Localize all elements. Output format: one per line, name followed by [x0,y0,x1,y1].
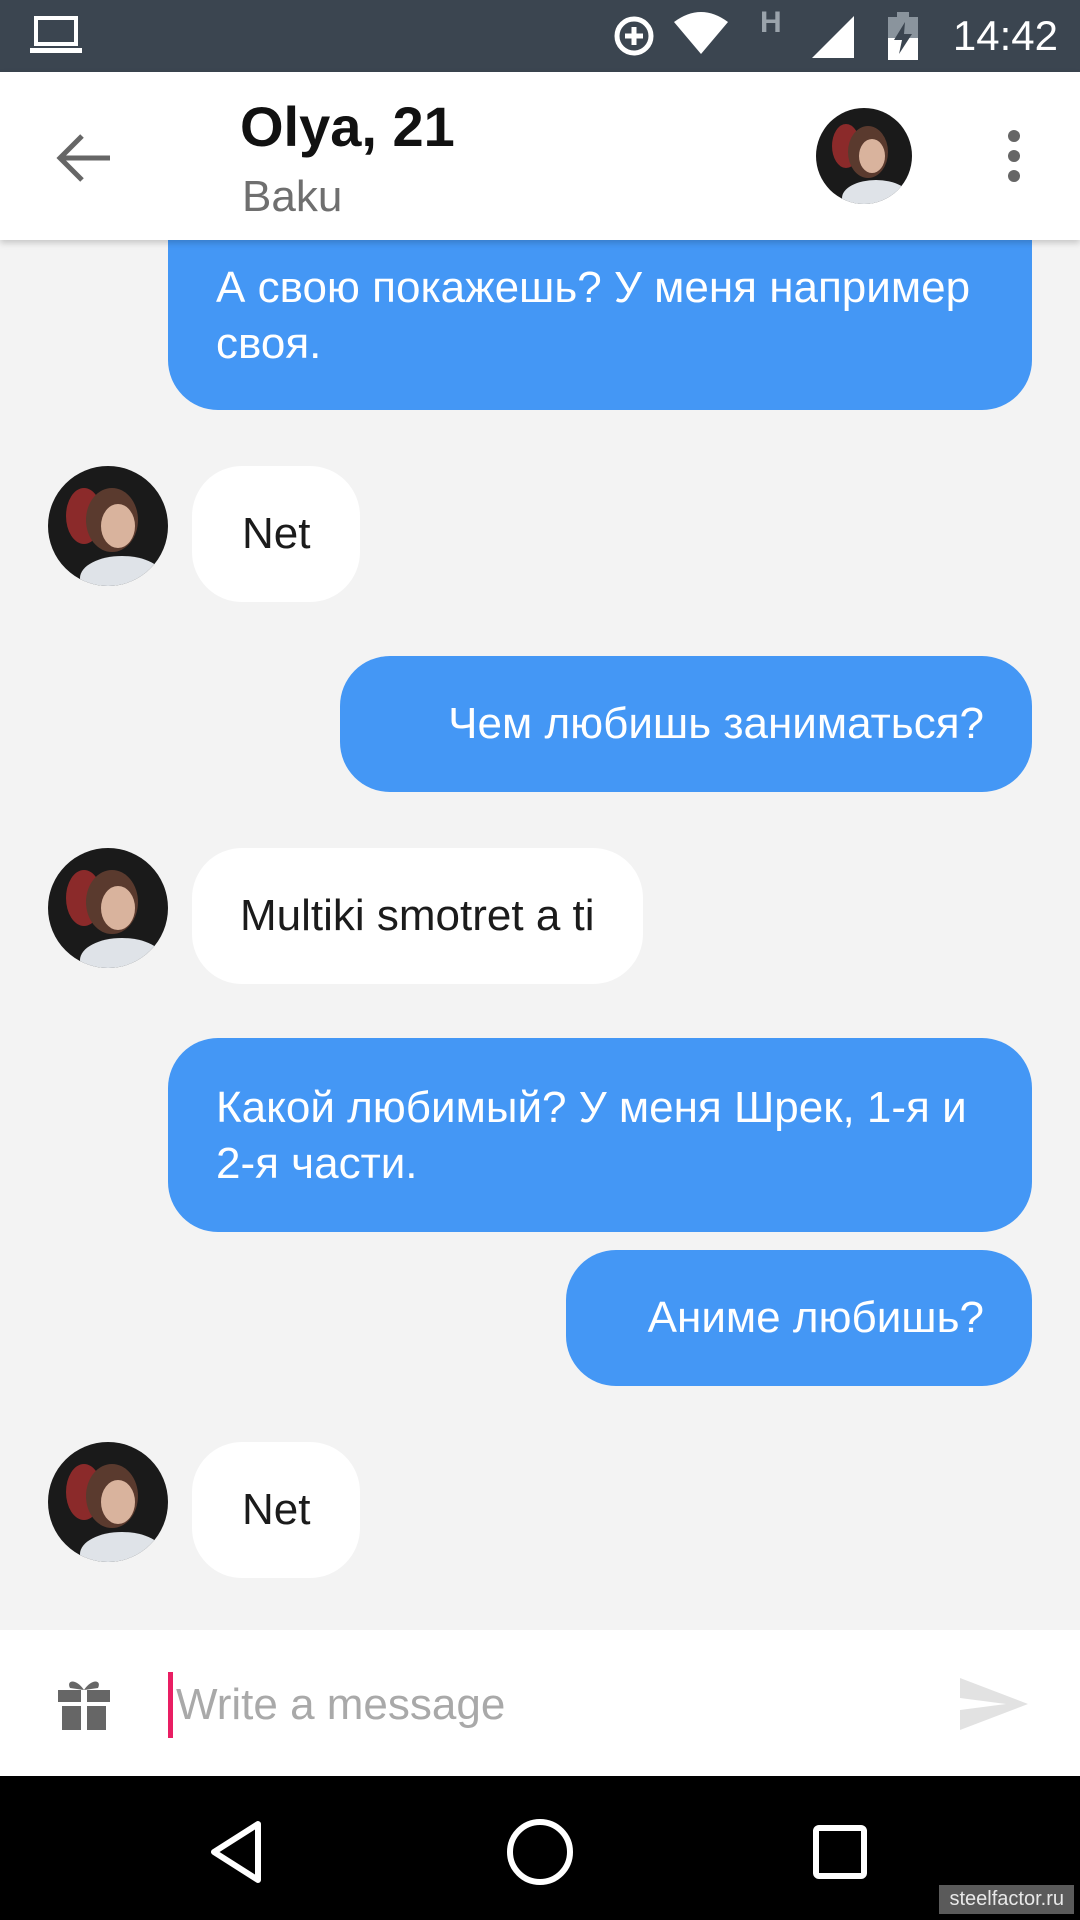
contact-avatar[interactable] [816,108,912,204]
incoming-message[interactable]: Net [192,1442,361,1578]
avatar-photo [48,1442,168,1562]
outgoing-message[interactable]: А свою покажешь? У меня например своя. [168,240,1032,410]
message-text: Аниме любишь? [647,1293,984,1342]
message-text: Net [242,509,311,558]
status-bar: H 14:42 [0,0,1080,72]
message-text: Multiki smotret a ti [240,891,595,940]
sender-avatar[interactable] [48,1442,168,1562]
outgoing-message[interactable]: Аниме любишь? [566,1250,1032,1386]
sender-avatar[interactable] [48,466,168,586]
incoming-message[interactable]: Multiki smotret a ti [192,848,643,984]
avatar-photo [816,108,912,204]
network-type-label: H [760,6,782,39]
nav-recents-icon[interactable] [800,1812,880,1892]
contact-city: Baku [242,172,343,221]
incoming-message[interactable]: Net [192,466,361,602]
more-vert-icon[interactable] [1000,124,1028,188]
message-composer [0,1630,1080,1776]
message-list[interactable]: А свою покажешь? У меня например своя. N… [0,240,1080,1630]
avatar-photo [48,848,168,968]
cell-signal-icon [812,16,854,58]
gift-icon[interactable] [56,1676,112,1732]
battery-charging-icon [888,12,918,60]
nav-home-icon[interactable] [500,1812,580,1892]
text-cursor [168,1672,173,1738]
clock: 14:42 [952,12,1058,59]
watermark: steelfactor.ru [939,1885,1074,1914]
wifi-icon [674,12,728,54]
navigation-bar: steelfactor.ru [0,1776,1080,1920]
outgoing-message[interactable]: Какой любимый? У меня Шрек, 1-я и 2-я ча… [168,1038,1032,1232]
message-text: Net [242,1485,311,1534]
avatar-photo [48,466,168,586]
arrow-back-icon[interactable] [52,126,116,190]
nav-back-icon[interactable] [200,1812,280,1892]
message-text: Чем любишь заниматься? [448,699,984,748]
send-icon[interactable] [958,1676,1030,1732]
outgoing-message[interactable]: Чем любишь заниматься? [340,656,1032,792]
message-text: А свою покажешь? У меня например своя. [216,263,971,368]
data-saver-icon [614,16,654,56]
message-input[interactable] [174,1666,898,1744]
sender-avatar[interactable] [48,848,168,968]
contact-name[interactable]: Olya, 21 [240,94,455,159]
chat-header: Olya, 21 Baku [0,72,1080,240]
laptop-icon [30,16,82,53]
message-text: Какой любимый? У меня Шрек, 1-я и 2-я ча… [216,1083,967,1188]
